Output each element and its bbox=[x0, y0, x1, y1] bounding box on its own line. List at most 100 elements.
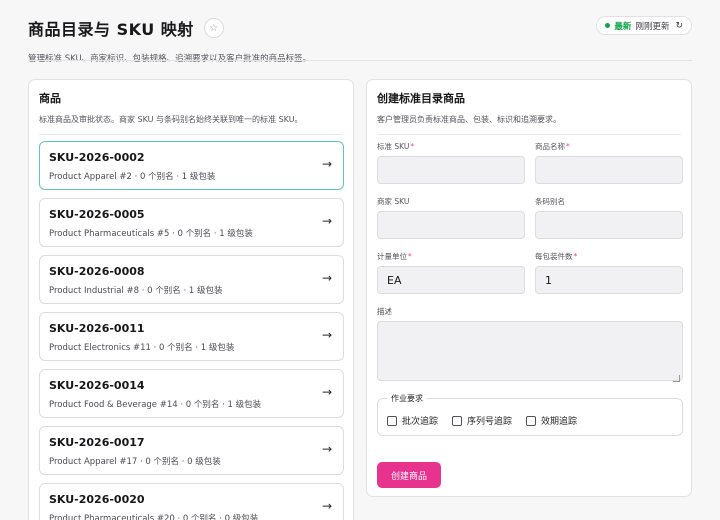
required-mark: * bbox=[408, 252, 412, 261]
arrow-right-icon[interactable]: → bbox=[322, 385, 332, 399]
sku-code: SKU-2026-0017 bbox=[49, 436, 145, 449]
refresh-icon[interactable]: ↻ bbox=[675, 21, 683, 31]
field-label: 商品名称* bbox=[535, 141, 683, 153]
sku-meta: Product Pharmaceuticals #20 · 0 个别名 · 0 … bbox=[49, 514, 259, 520]
status-label: 最新 bbox=[614, 21, 632, 32]
page-title: 商品目录与 SKU 映射 bbox=[28, 20, 194, 39]
unit-field: 计量单位* bbox=[377, 251, 525, 294]
label-text: 每包装件数 bbox=[535, 252, 573, 261]
sku-code: SKU-2026-0011 bbox=[49, 322, 145, 335]
status-dot bbox=[605, 23, 611, 28]
title-row: 商品目录与 SKU 映射 ☆ bbox=[28, 16, 692, 40]
star-icon[interactable]: ☆ bbox=[203, 18, 224, 38]
create-product-form: 标准 SKU* 商品名称* 商家 SKU 条码别名 计量单位* EA 每包装件数… bbox=[377, 141, 683, 436]
sku-code: SKU-2026-0014 bbox=[49, 379, 145, 392]
units-per-pack-input[interactable] bbox=[535, 266, 683, 294]
arrow-right-icon[interactable]: → bbox=[322, 328, 332, 342]
product-card[interactable]: SKU-2026-0002 Product Apparel #2 · 0 个别名 … bbox=[39, 141, 344, 190]
product-name-input[interactable] bbox=[535, 156, 683, 184]
sku-meta: Product Industrial #8 · 0 个别名 · 1 级包装 bbox=[49, 286, 223, 296]
create-panel-divider bbox=[377, 134, 681, 135]
page-header: 商品目录与 SKU 映射 ☆ 管理标准 SKU、商家标识、包装规格、追溯要求以及… bbox=[28, 16, 692, 64]
required-mark: * bbox=[573, 252, 578, 261]
sku-meta: Product Pharmaceuticals #5 · 0 个别名 · 1 级… bbox=[49, 229, 253, 239]
sku-meta: Product Food & Beverage #14 · 0 个别名 · 1 … bbox=[49, 400, 262, 410]
field-label: 每包装件数* bbox=[535, 251, 683, 263]
product-card[interactable]: SKU-2026-0014 Product Food & Beverage #14… bbox=[39, 369, 344, 418]
textarea-wrap bbox=[377, 318, 683, 385]
product-card[interactable]: SKU-2026-0005 Product Pharmaceuticals #5 … bbox=[39, 198, 344, 247]
option-label: 批次追踪 bbox=[402, 417, 439, 427]
checkbox[interactable] bbox=[387, 415, 397, 426]
product-card[interactable]: SKU-2026-0017 Product Apparel #17 · 0 个别名… bbox=[39, 426, 344, 475]
option-label: 序列号追踪 bbox=[467, 417, 513, 427]
expiry-tracking-option[interactable]: 效期追踪 bbox=[526, 414, 577, 427]
sku-code: SKU-2026-0002 bbox=[49, 151, 145, 164]
serial-tracking-option[interactable]: 序列号追踪 bbox=[452, 414, 512, 427]
sku-code: SKU-2026-0020 bbox=[49, 493, 145, 506]
merchant-sku-input[interactable] bbox=[377, 211, 525, 239]
field-row: 计量单位* 每包装件数* bbox=[377, 251, 683, 294]
standard-sku-field: 标准 SKU* bbox=[377, 141, 525, 184]
batch-tracking-option[interactable]: 批次追踪 bbox=[387, 414, 438, 427]
create-product-button[interactable]: 创建商品 bbox=[377, 462, 441, 488]
products-panel-description: 标准商品及审批状态。商家 SKU 与条码别名始终关联到唯一的标准 SKU。 bbox=[39, 115, 303, 124]
requirements-fieldset: 作业要求 批次追踪 序列号追踪 效期追踪 bbox=[377, 393, 683, 436]
required-mark: * bbox=[566, 142, 570, 151]
unit-input[interactable] bbox=[377, 266, 525, 294]
arrow-right-icon[interactable]: → bbox=[322, 442, 332, 456]
merchant-sku-field: 商家 SKU bbox=[377, 196, 525, 239]
create-product-panel: 创建标准目录商品 客户管理员负责标准商品、包装、标识和追溯要求。 标准 SKU*… bbox=[366, 79, 692, 497]
checkbox[interactable] bbox=[452, 415, 463, 426]
option-label: 效期追踪 bbox=[541, 417, 578, 427]
product-list: SKU-2026-0002 Product Apparel #2 · 0 个别名 … bbox=[39, 141, 344, 520]
resize-handle-icon[interactable] bbox=[673, 375, 680, 382]
required-mark: * bbox=[410, 142, 415, 151]
status-time: 刚刚更新 bbox=[635, 21, 670, 32]
header-divider bbox=[28, 60, 692, 61]
description-textarea[interactable] bbox=[377, 321, 683, 381]
requirements-legend: 作业要求 bbox=[387, 393, 427, 404]
arrow-right-icon[interactable]: → bbox=[322, 499, 332, 513]
arrow-right-icon[interactable]: → bbox=[322, 214, 332, 228]
units-per-pack-field: 每包装件数* bbox=[535, 251, 683, 294]
products-panel-title: 商品 bbox=[39, 92, 61, 105]
sku-code: SKU-2026-0008 bbox=[49, 265, 145, 278]
field-label: 标准 SKU* bbox=[377, 141, 525, 153]
create-panel-head: 创建标准目录商品 客户管理员负责标准商品、包装、标识和追溯要求。 bbox=[367, 80, 691, 125]
field-label: 商家 SKU bbox=[377, 196, 525, 208]
description-field: 描述 bbox=[377, 306, 683, 385]
sku-meta: Product Apparel #17 · 0 个别名 · 0 级包装 bbox=[49, 457, 221, 467]
field-label: 条码别名 bbox=[535, 196, 683, 208]
label-text: 条码别名 bbox=[535, 197, 565, 206]
label-text: 商家 SKU bbox=[377, 197, 410, 206]
label-text: 标准 SKU bbox=[377, 142, 410, 151]
barcode-alias-field: 条码别名 bbox=[535, 196, 683, 239]
page-subtitle: 管理标准 SKU、商家标识、包装规格、追溯要求以及客户批准的商品标签。 bbox=[28, 54, 312, 64]
product-card[interactable]: SKU-2026-0020 Product Pharmaceuticals #20… bbox=[39, 483, 344, 520]
barcode-alias-input[interactable] bbox=[535, 211, 683, 239]
products-panel-head: 商品 标准商品及审批状态。商家 SKU 与条码别名始终关联到唯一的标准 SKU。 bbox=[29, 80, 353, 125]
status-badge: 最新 刚刚更新 ↻ bbox=[596, 16, 692, 35]
create-panel-title: 创建标准目录商品 bbox=[377, 92, 465, 105]
sku-meta: Product Apparel #2 · 0 个别名 · 1 级包装 bbox=[49, 172, 216, 182]
sku-code: SKU-2026-0005 bbox=[49, 208, 145, 221]
label-text: 描述 bbox=[377, 307, 392, 316]
arrow-right-icon[interactable]: → bbox=[322, 271, 332, 285]
create-panel-description: 客户管理员负责标准商品、包装、标识和追溯要求。 bbox=[377, 115, 561, 124]
label-text: 计量单位 bbox=[377, 252, 407, 261]
checkbox[interactable] bbox=[526, 415, 537, 426]
products-panel-divider bbox=[39, 134, 343, 135]
products-panel: 商品 标准商品及审批状态。商家 SKU 与条码别名始终关联到唯一的标准 SKU。… bbox=[28, 79, 354, 520]
field-label: 计量单位* bbox=[377, 251, 525, 263]
field-row: 标准 SKU* 商品名称* bbox=[377, 141, 683, 184]
standard-sku-input[interactable] bbox=[377, 156, 525, 184]
field-row: 商家 SKU 条码别名 bbox=[377, 196, 683, 239]
sku-meta: Product Electronics #11 · 0 个别名 · 1 级包装 bbox=[49, 343, 235, 353]
label-text: 商品名称 bbox=[535, 142, 565, 151]
product-card[interactable]: SKU-2026-0008 Product Industrial #8 · 0 个… bbox=[39, 255, 344, 304]
arrow-right-icon[interactable]: → bbox=[322, 157, 332, 171]
field-label: 描述 bbox=[377, 306, 683, 318]
product-card[interactable]: SKU-2026-0011 Product Electronics #11 · 0… bbox=[39, 312, 344, 361]
product-name-field: 商品名称* bbox=[535, 141, 683, 184]
